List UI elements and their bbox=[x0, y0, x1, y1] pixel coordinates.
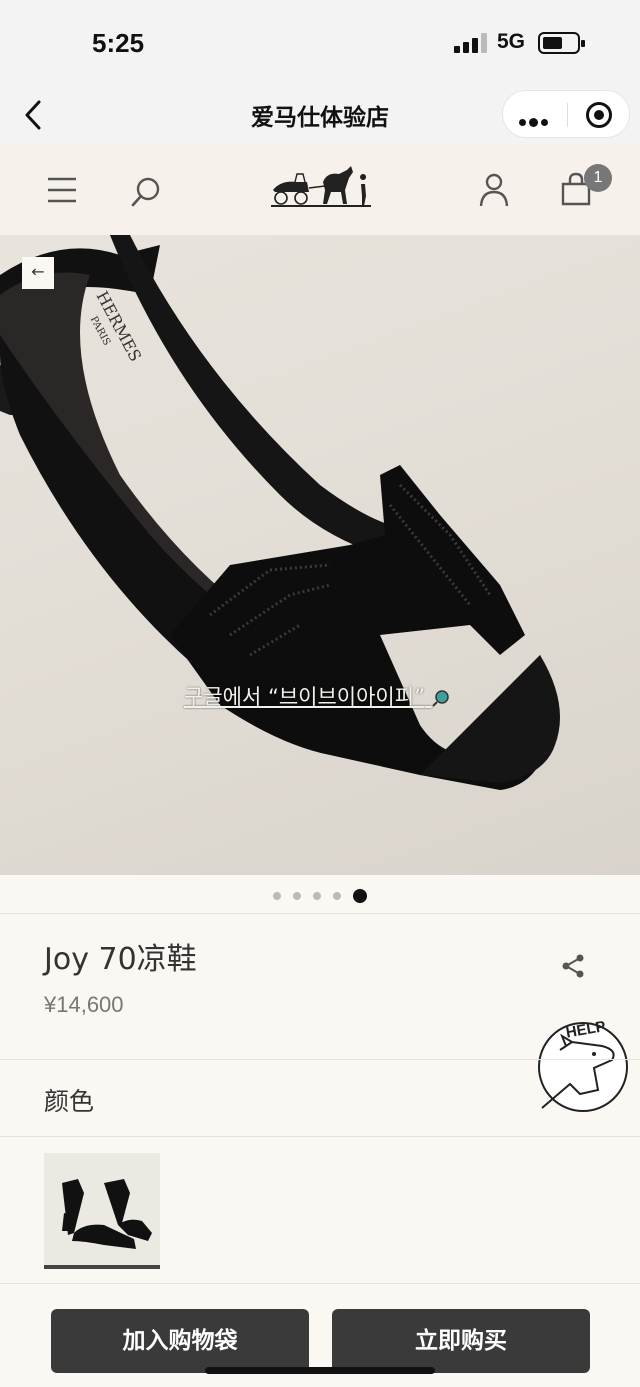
help-chat-button[interactable]: HELP bbox=[532, 1012, 634, 1114]
target-close-icon[interactable] bbox=[586, 102, 612, 128]
pagination-dot[interactable] bbox=[353, 888, 367, 903]
translate-link-text[interactable]: 구글에서 “브이브이아이피” bbox=[184, 685, 425, 709]
capsule-divider bbox=[567, 103, 568, 127]
signal-icon bbox=[454, 33, 488, 53]
cart-count-badge: 1 bbox=[584, 164, 612, 192]
pagination-dot[interactable] bbox=[313, 891, 321, 900]
divider bbox=[0, 1283, 640, 1284]
divider bbox=[0, 1136, 640, 1137]
mini-program-title-bar: 爱马仕体验店 bbox=[0, 88, 640, 144]
product-name: Joy 70凉鞋 bbox=[44, 942, 197, 977]
hermes-carriage-logo[interactable] bbox=[267, 160, 375, 212]
pagination-dot[interactable] bbox=[333, 891, 341, 900]
network-type: 5G bbox=[497, 30, 526, 53]
battery-icon bbox=[538, 32, 585, 54]
magnifier-icon bbox=[431, 690, 449, 707]
status-time: 5:25 bbox=[92, 28, 145, 58]
divider bbox=[0, 1059, 640, 1060]
status-bar: 5:25 5G bbox=[0, 0, 640, 88]
product-price: ¥14,600 bbox=[44, 992, 124, 1017]
sandal-thumbnail bbox=[62, 1179, 152, 1249]
sandal-image: HERMES PARIS bbox=[0, 235, 560, 790]
color-swatch-black[interactable] bbox=[44, 1153, 160, 1269]
pagination-dot[interactable] bbox=[273, 891, 281, 900]
home-indicator bbox=[205, 1367, 435, 1374]
product-image-gallery[interactable]: HERMES PARIS ← 구글에서 “브이브이아이피” bbox=[0, 235, 640, 875]
more-dots-icon[interactable] bbox=[519, 111, 551, 130]
gallery-back-button[interactable]: ← bbox=[22, 257, 54, 289]
color-section-label: 颜色 bbox=[44, 1087, 95, 1116]
pagination-dot[interactable] bbox=[293, 891, 301, 900]
buy-now-button[interactable]: 立即购买 bbox=[332, 1309, 590, 1373]
search-icon[interactable] bbox=[129, 175, 163, 209]
mini-program-capsule bbox=[502, 90, 630, 138]
user-icon[interactable] bbox=[478, 172, 510, 208]
add-to-bag-button[interactable]: 加入购物袋 bbox=[51, 1309, 309, 1373]
divider bbox=[0, 913, 640, 914]
share-icon[interactable] bbox=[560, 953, 586, 979]
hamburger-menu-icon[interactable] bbox=[46, 175, 78, 205]
translate-link[interactable]: 구글에서 “브이브이아이피” bbox=[184, 681, 450, 711]
gallery-pagination[interactable] bbox=[0, 875, 640, 913]
